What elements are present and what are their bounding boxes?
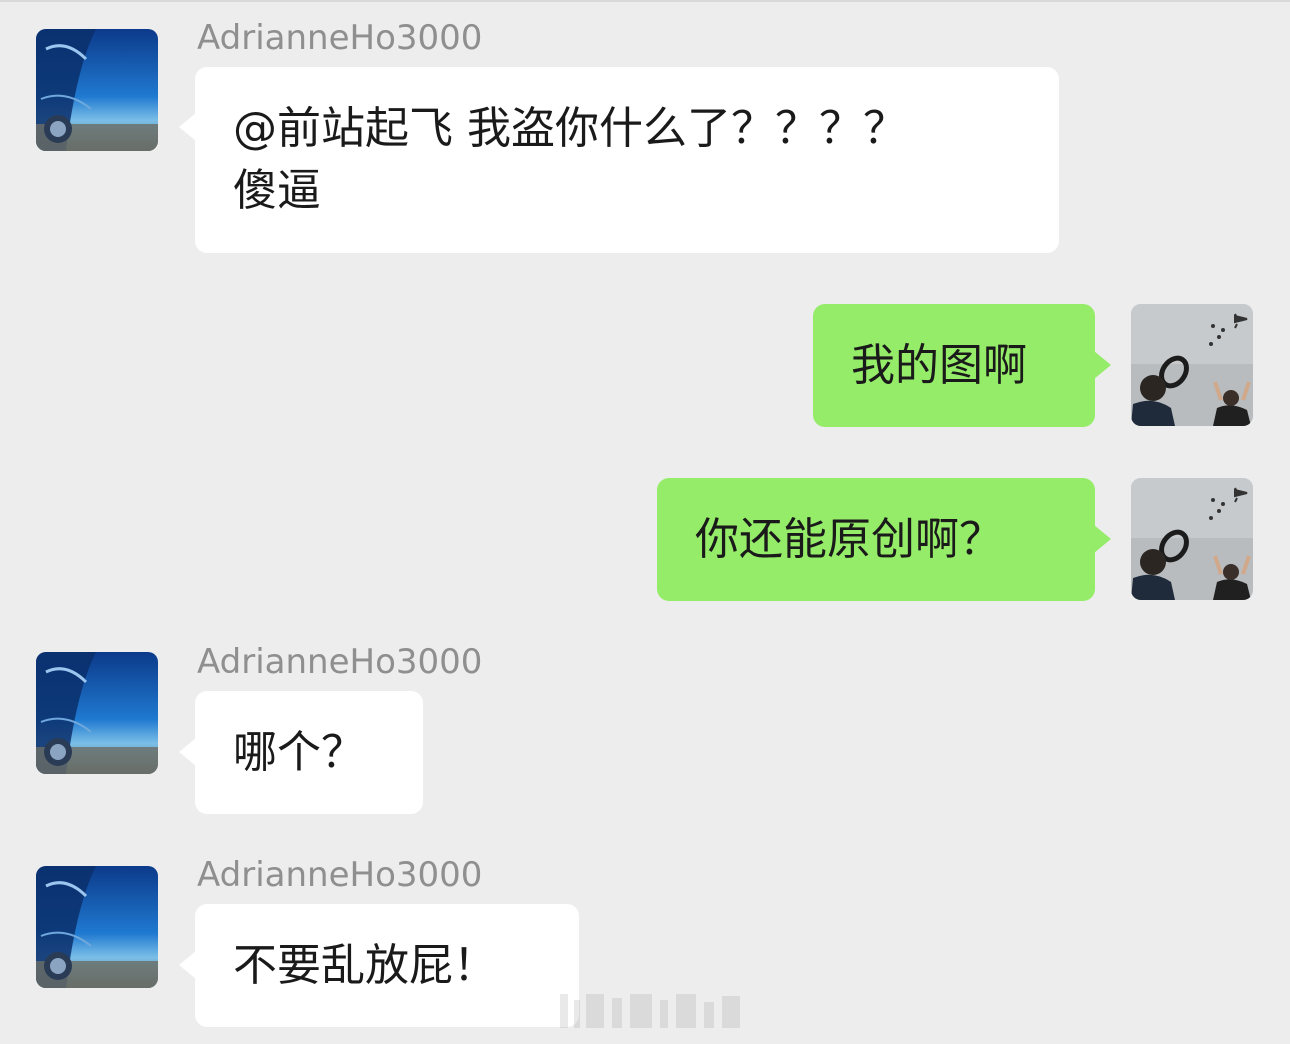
message-bubble-incoming[interactable]: 不要乱放屁！ [179,904,579,1027]
sender-name: AdrianneHo3000 [197,642,483,682]
sender-avatar[interactable] [36,866,158,988]
sender-avatar[interactable] [36,29,158,151]
bubble-tail [1094,525,1111,553]
sender-name: AdrianneHo3000 [197,18,483,58]
message-text-line: 你还能原创啊？ [695,514,1003,565]
airshow-photographer-icon [1131,478,1253,600]
top-divider [0,0,1290,2]
sender-name: AdrianneHo3000 [197,855,483,895]
bubble-tail [179,113,196,141]
message-bubble-incoming[interactable]: @前站起飞 我盗你什么了？？？？ 傻逼 [179,67,1059,253]
bubble-tail [179,738,196,766]
bubble-tail [179,951,196,979]
message-text-line: 我的图啊 [851,340,1027,391]
my-avatar[interactable] [1131,304,1253,426]
message-text-line: 不要乱放屁！ [233,940,497,991]
fighter-jet-cockpit-icon [36,866,158,988]
message-text-line: 傻逼 [233,165,321,216]
fighter-jet-cockpit-icon [36,29,158,151]
bubble-tail [1094,351,1111,379]
sender-avatar[interactable] [36,652,158,774]
message-bubble-outgoing[interactable]: 我的图啊 [813,304,1111,427]
message-text-line: @前站起飞 我盗你什么了？？？？ [233,103,907,154]
watermark-logo [560,990,750,1032]
my-avatar[interactable] [1131,478,1253,600]
message-bubble-incoming[interactable]: 哪个？ [179,691,423,814]
fighter-jet-cockpit-icon [36,652,158,774]
message-text-line: 哪个？ [233,727,365,778]
airshow-photographer-icon [1131,304,1253,426]
message-bubble-outgoing[interactable]: 你还能原创啊？ [657,478,1111,601]
